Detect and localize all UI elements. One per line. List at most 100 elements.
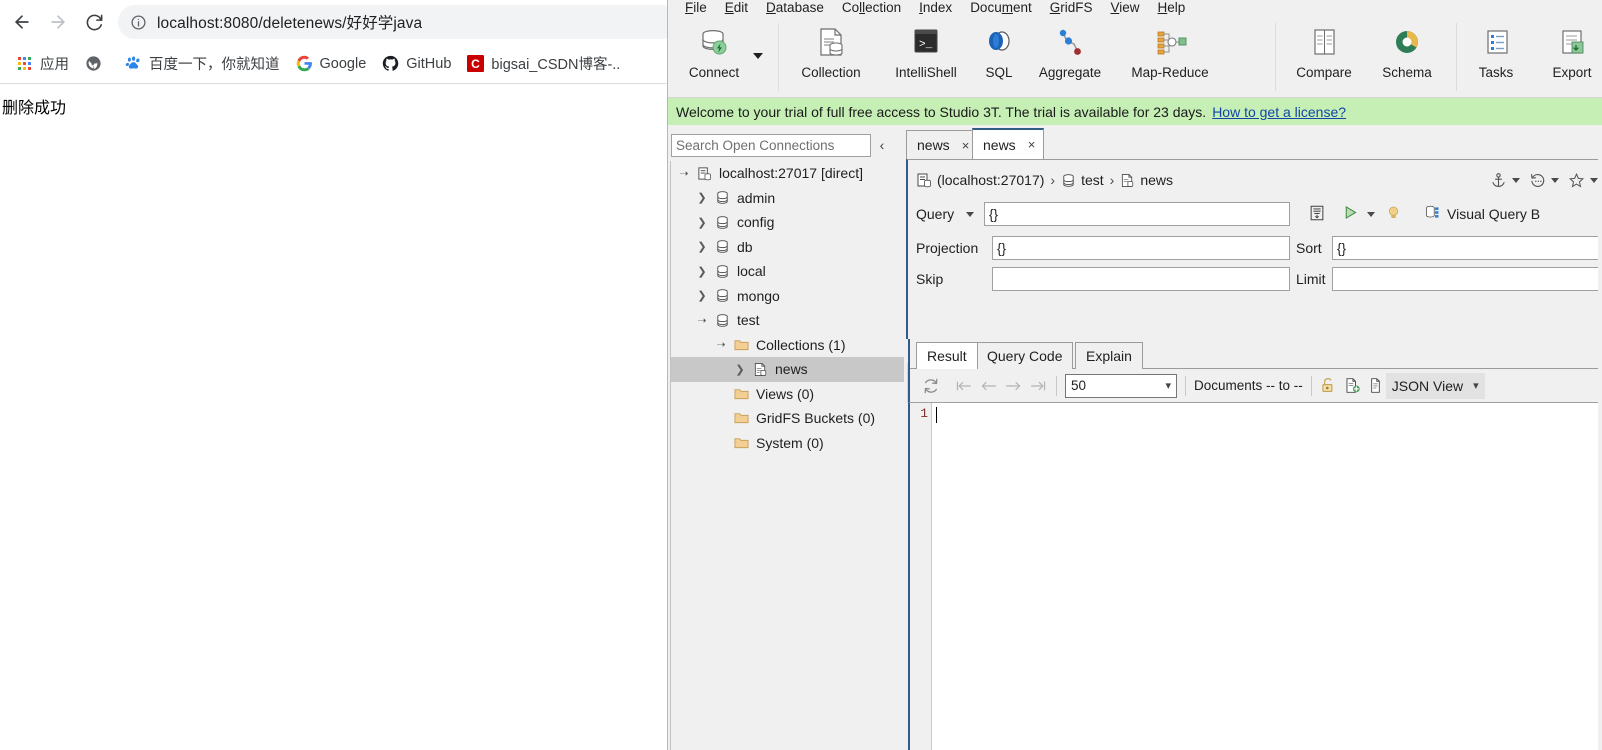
tab-result[interactable]: Result <box>916 342 978 369</box>
lightbulb-icon[interactable] <box>1385 204 1402 224</box>
chevron-down-icon[interactable]: ➝ <box>711 338 731 351</box>
json-editor-content[interactable] <box>932 403 1600 750</box>
tree-node-views[interactable]: Views (0) <box>670 382 904 407</box>
menu-file[interactable]: File <box>676 0 716 15</box>
close-icon[interactable]: × <box>1028 138 1036 151</box>
view-mode-select[interactable]: JSON View ▾ <box>1385 372 1485 399</box>
breadcrumb-collection[interactable]: news <box>1120 172 1173 188</box>
chevron-right-icon[interactable]: ❯ <box>730 363 750 376</box>
tree-node-label: System (0) <box>756 434 824 451</box>
toolbar-compare-button[interactable]: Compare <box>1282 21 1366 95</box>
menu-gridfs[interactable]: GridFS <box>1041 0 1102 15</box>
history-icon[interactable] <box>1529 172 1546 189</box>
nav-prev-icon[interactable] <box>979 373 998 399</box>
menu-document[interactable]: Document <box>961 0 1041 15</box>
address-bar[interactable]: localhost:8080/deletenews/好好学java <box>118 5 667 39</box>
star-icon[interactable] <box>1568 172 1585 189</box>
tab-query-code[interactable]: Query Code <box>976 342 1074 369</box>
visual-query-builder-icon[interactable] <box>1424 204 1441 224</box>
chevron-right-icon[interactable]: ❯ <box>692 216 712 229</box>
chevron-right-icon[interactable]: ❯ <box>692 240 712 253</box>
run-dropdown-icon[interactable] <box>1367 211 1375 217</box>
chevron-right-icon[interactable]: ❯ <box>692 265 712 278</box>
tree-node-label: mongo <box>737 287 780 304</box>
toolbar-connect-button[interactable]: Connect <box>676 21 752 95</box>
toolbar-map-reduce-button[interactable]: Map-Reduce <box>1120 21 1220 95</box>
tree-node-localhost[interactable]: ➝ localhost:27017 [direct] <box>670 161 904 186</box>
query-input[interactable]: {} <box>984 202 1290 226</box>
query-mode-dropdown-icon[interactable] <box>966 211 974 217</box>
chevron-down-icon[interactable]: ➝ <box>674 167 694 180</box>
tree-node-gridfs-buckets[interactable]: GridFS Buckets (0) <box>670 406 904 431</box>
bookmark-csdn[interactable]: C bigsai_CSDN博客-.. <box>459 50 628 78</box>
tree-node-admin[interactable]: ❯ admin <box>670 186 904 211</box>
tree-node-news[interactable]: ❯ news <box>670 357 904 382</box>
tree-node-local[interactable]: ❯ local <box>670 259 904 284</box>
chevron-right-icon[interactable]: ❯ <box>692 289 712 302</box>
nav-first-icon[interactable] <box>954 373 973 399</box>
tree-node-system[interactable]: System (0) <box>670 431 904 456</box>
nav-next-icon[interactable] <box>1004 373 1023 399</box>
add-document-icon[interactable] <box>1344 373 1361 399</box>
tree-node-mongo[interactable]: ❯ mongo <box>670 284 904 309</box>
bookmark-google[interactable]: Google <box>288 50 375 78</box>
nav-last-icon[interactable] <box>1029 373 1048 399</box>
menu-database[interactable]: Database <box>757 0 833 15</box>
toolbar-schema-button[interactable]: Schema <box>1368 21 1446 95</box>
history-dropdown-icon[interactable] <box>1551 177 1559 183</box>
menu-collection[interactable]: Collection <box>833 0 910 15</box>
visual-query-builder-label[interactable]: Visual Query B <box>1447 206 1540 222</box>
forward-button[interactable] <box>42 6 74 38</box>
chevron-down-icon[interactable]: ➝ <box>692 314 712 327</box>
tab-explain[interactable]: Explain <box>1075 342 1143 369</box>
editor-tab-news-1[interactable]: news × <box>906 130 979 159</box>
reload-button[interactable] <box>78 6 110 38</box>
bookmark-globe[interactable] <box>77 50 117 78</box>
tree-node-label: Views (0) <box>756 385 815 402</box>
menu-help[interactable]: Help <box>1149 0 1195 15</box>
json-result-editor[interactable]: 1 <box>908 402 1601 750</box>
bookmark-baidu[interactable]: 百度一下，你就知道 <box>117 50 288 78</box>
get-license-link[interactable]: How to get a license? <box>1212 104 1346 120</box>
menu-view[interactable]: View <box>1102 0 1149 15</box>
chevron-right-icon[interactable]: ❯ <box>692 191 712 204</box>
page-size-select[interactable]: 50 ▾ <box>1065 373 1177 398</box>
clone-document-icon[interactable] <box>1369 373 1382 399</box>
projection-input[interactable]: {} <box>992 236 1290 260</box>
editor-vertical-scrollbar[interactable] <box>1598 125 1602 750</box>
toolbar-export-button[interactable]: Export <box>1534 21 1602 95</box>
sort-input[interactable]: {} <box>1332 236 1602 260</box>
menu-index[interactable]: Index <box>910 0 961 15</box>
menu-edit[interactable]: Edit <box>716 0 757 15</box>
toolbar-tasks-button[interactable]: Tasks <box>1458 21 1534 95</box>
unlocked-icon[interactable] <box>1320 373 1336 399</box>
format-query-icon[interactable] <box>1308 204 1326 225</box>
tree-node-config[interactable]: ❯ config <box>670 210 904 235</box>
close-icon[interactable]: × <box>962 139 970 152</box>
anchor-icon[interactable] <box>1490 172 1507 189</box>
search-connections-input[interactable]: Search Open Connections <box>671 133 871 157</box>
limit-input[interactable] <box>1332 267 1602 291</box>
toolbar-collection-button[interactable]: Collection <box>788 21 874 95</box>
toolbar-aggregate-button[interactable]: Aggregate <box>1026 21 1114 95</box>
chevron-left-icon[interactable]: ‹ <box>871 137 893 153</box>
bookmark-github[interactable]: GitHub <box>374 50 459 78</box>
tree-node-test[interactable]: ➝ test <box>670 308 904 333</box>
bookmark-label: 百度一下，你就知道 <box>149 57 280 73</box>
breadcrumb-database[interactable]: test <box>1061 172 1104 188</box>
connect-dropdown-arrow-icon[interactable] <box>753 53 763 59</box>
editor-tab-news-2[interactable]: news × <box>972 128 1045 159</box>
toolbar-intellishell-button[interactable]: >_ IntelliShell <box>880 21 972 95</box>
tree-node-db[interactable]: ❯ db <box>670 235 904 260</box>
anchor-dropdown-icon[interactable] <box>1512 177 1520 183</box>
skip-input[interactable] <box>992 267 1290 291</box>
run-play-icon[interactable] <box>1342 204 1359 224</box>
back-button[interactable] <box>6 6 38 38</box>
breadcrumb-server[interactable]: (localhost:27017) <box>937 172 1044 188</box>
site-info-icon[interactable] <box>130 14 147 31</box>
bookmark-apps[interactable]: 应用 <box>8 50 77 78</box>
refresh-icon[interactable] <box>922 373 940 399</box>
star-dropdown-icon[interactable] <box>1590 177 1598 183</box>
tree-node-collections[interactable]: ➝ Collections (1) <box>670 333 904 358</box>
toolbar-sql-button[interactable]: SQL <box>974 21 1024 95</box>
